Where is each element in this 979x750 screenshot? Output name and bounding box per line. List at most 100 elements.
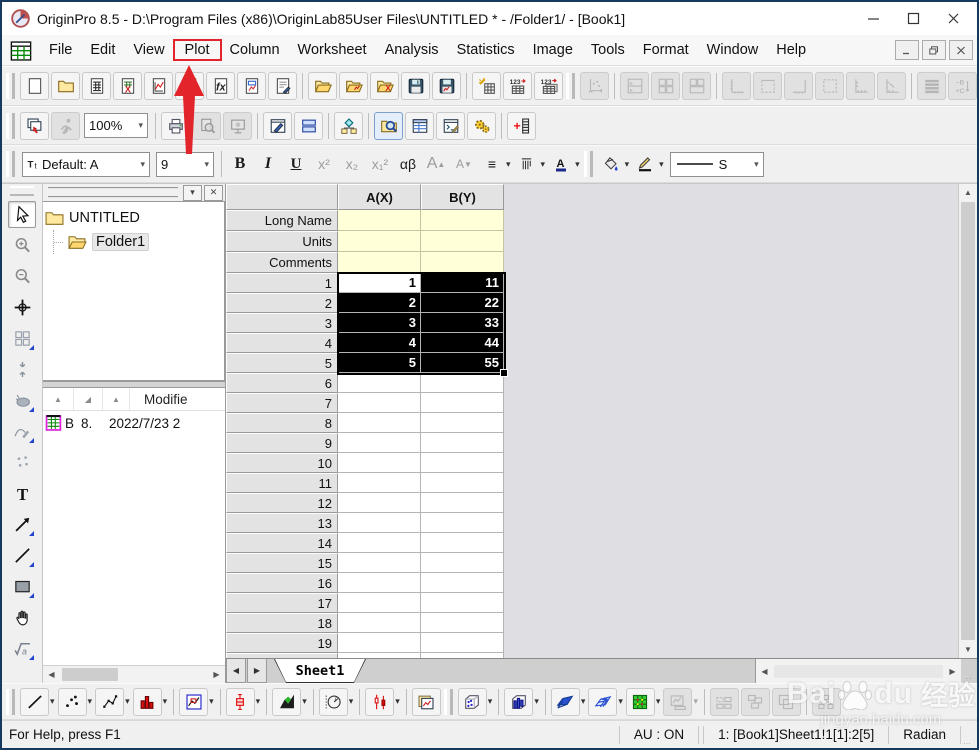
scroll-right-icon[interactable]: ▶ [944, 659, 961, 683]
chevron-down-icon[interactable]: ▾ [138, 120, 143, 131]
new-workbook-button[interactable] [82, 72, 111, 100]
scroll-right-icon[interactable]: ▶ [208, 666, 225, 683]
cell-a13[interactable] [338, 513, 421, 533]
code-builder-button[interactable] [467, 111, 496, 140]
duplicate-batch-plot-button[interactable] [20, 111, 49, 140]
cell-units-b[interactable] [421, 231, 504, 252]
slide-show-button[interactable] [223, 111, 252, 140]
row-header-1[interactable]: 1 [226, 273, 338, 293]
cell-a2[interactable]: 2 [338, 293, 421, 313]
mdi-restore-button[interactable] [922, 40, 946, 60]
row-header-12[interactable]: 12 [226, 493, 338, 513]
grid-corner-header[interactable] [226, 184, 338, 210]
sheet-horizontal-scrollbar[interactable]: ◀ ▶ [755, 659, 961, 683]
run-script-button[interactable] [51, 111, 80, 140]
new-function-button[interactable]: fx [206, 72, 235, 100]
cell-b13[interactable] [421, 513, 504, 533]
cell-b20[interactable] [421, 653, 504, 658]
toolbar-handle[interactable] [566, 73, 575, 99]
superscript-button[interactable]: x² [310, 151, 338, 177]
frame-corner-button[interactable] [722, 72, 751, 100]
tab-scroll-left-button[interactable]: ◀ [226, 659, 246, 683]
new-folder-button[interactable] [51, 72, 80, 100]
cell-comments-b[interactable] [421, 252, 504, 273]
frame-box-button[interactable] [815, 72, 844, 100]
cell-a11[interactable] [338, 473, 421, 493]
menu-column[interactable]: Column [221, 39, 289, 61]
thick-lines-button[interactable] [917, 72, 946, 100]
layer-top-button[interactable] [620, 72, 649, 100]
mdi-close-button[interactable] [949, 40, 973, 60]
menu-window[interactable]: Window [698, 39, 768, 61]
cell-b17[interactable] [421, 593, 504, 613]
arrange-horizontal-button[interactable] [709, 687, 739, 716]
menu-edit[interactable]: Edit [81, 39, 124, 61]
cell-a5[interactable]: 5 [338, 353, 421, 373]
line-plot-button[interactable] [20, 687, 49, 716]
arrange-grid-button[interactable] [740, 687, 770, 716]
contour-plot-button[interactable] [625, 687, 655, 716]
pointer-tool-button[interactable] [8, 201, 36, 228]
row-header-4[interactable]: 4 [226, 333, 338, 353]
equation-tool-button[interactable]: a [8, 635, 36, 662]
decrease-font-button[interactable]: A ▼ [450, 151, 478, 177]
3d-scatter-plot-button[interactable] [457, 687, 487, 716]
3d-wireframe-plot-dropdown[interactable]: ▾ [618, 696, 623, 707]
toolbar-handle[interactable] [6, 151, 15, 177]
subscript-button[interactable]: x₂ [338, 151, 366, 177]
cell-b3[interactable]: 33 [421, 313, 504, 333]
cell-long-name-a[interactable] [338, 210, 421, 231]
mdi-minimize-button[interactable] [895, 40, 919, 60]
zoom-panel-plot-button[interactable] [179, 687, 209, 716]
zoom-in-tool-button[interactable] [8, 232, 36, 259]
row-header-20[interactable]: 20 [226, 653, 338, 658]
import-ascii-button[interactable]: 123 [503, 72, 532, 100]
cell-a19[interactable] [338, 633, 421, 653]
area-plot-button[interactable] [272, 687, 302, 716]
panel-splitter[interactable] [43, 381, 225, 388]
row-header-14[interactable]: 14 [226, 533, 338, 553]
cell-a16[interactable] [338, 573, 421, 593]
row-header-15[interactable]: 15 [226, 553, 338, 573]
sort-type-header[interactable]: ◢ [74, 388, 103, 410]
save-button[interactable] [401, 72, 430, 100]
row-label-long-name[interactable]: Long Name [226, 210, 338, 231]
cell-units-a[interactable] [338, 231, 421, 252]
toolbar-handle[interactable] [6, 73, 15, 99]
cell-a4[interactable]: 4 [338, 333, 421, 353]
cell-b12[interactable] [421, 493, 504, 513]
data-selector-tool-button[interactable] [8, 356, 36, 383]
cell-a18[interactable] [338, 613, 421, 633]
italic-button[interactable]: I [254, 151, 282, 177]
sort-name-header[interactable]: ▲ [43, 388, 74, 410]
font-color-button[interactable]: A [547, 151, 575, 177]
toolbar-handle[interactable] [6, 112, 15, 139]
row-header-3[interactable]: 3 [226, 313, 338, 333]
group-objects-button[interactable] [811, 687, 841, 716]
zoom-out-tool-button[interactable] [8, 263, 36, 290]
panel-menu-button[interactable]: ▾ [183, 184, 202, 201]
cell-b9[interactable] [421, 433, 504, 453]
polar-plot-dropdown[interactable]: ▾ [349, 696, 354, 707]
bold-button[interactable]: B [226, 151, 254, 177]
column-plot-button[interactable] [132, 687, 162, 716]
3d-bar-plot-button[interactable] [504, 687, 534, 716]
line-tool-button[interactable] [8, 542, 36, 569]
row-label-comments[interactable]: Comments [226, 252, 338, 273]
row-header-7[interactable]: 7 [226, 393, 338, 413]
row-header-19[interactable]: 19 [226, 633, 338, 653]
cell-a7[interactable] [338, 393, 421, 413]
frame-ticks-button[interactable] [846, 72, 875, 100]
new-notes-button[interactable] [268, 72, 297, 100]
script-window-button[interactable] [436, 111, 465, 140]
new-excel-button[interactable]: X [113, 72, 142, 100]
cell-a9[interactable] [338, 433, 421, 453]
zoom-panel-plot-dropdown[interactable]: ▾ [209, 696, 214, 707]
chevron-down-icon[interactable]: ▾ [575, 159, 580, 170]
rescale-axes-button[interactable] [580, 72, 609, 100]
new-layout-button[interactable] [237, 72, 266, 100]
cell-a12[interactable] [338, 493, 421, 513]
open-excel-button[interactable]: X [370, 72, 399, 100]
frame-right-button[interactable] [784, 72, 813, 100]
cell-a20[interactable] [338, 653, 421, 658]
